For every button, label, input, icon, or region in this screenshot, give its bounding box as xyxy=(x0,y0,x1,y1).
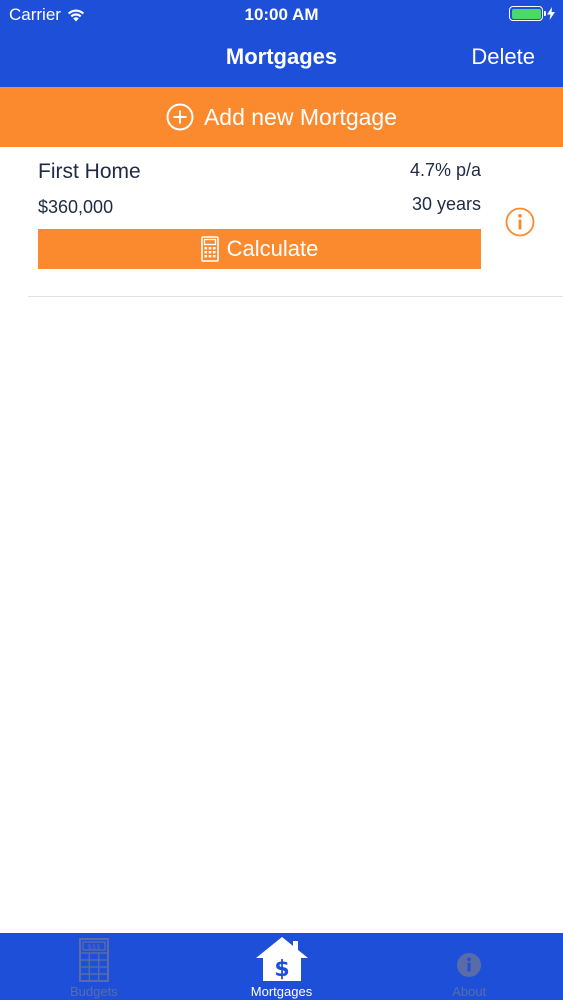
calculator-icon xyxy=(200,236,219,262)
calculate-button[interactable]: Calculate xyxy=(38,229,481,269)
add-mortgage-label: Add new Mortgage xyxy=(203,103,398,130)
mortgage-rate: 4.7% p/a xyxy=(409,160,481,180)
battery-icon xyxy=(509,6,546,21)
tab-mortgages[interactable]: $ Mortgages xyxy=(188,933,376,1000)
status-time: 10:00 AM xyxy=(244,5,319,24)
info-icon xyxy=(457,953,482,977)
tab-bar: $$$ Budgets $ Mortgages About xyxy=(0,933,563,1000)
plus-circle-icon xyxy=(166,103,194,131)
budgets-grid-icon: $$$ xyxy=(78,938,109,982)
charging-bolt-icon xyxy=(547,7,555,20)
mortgage-row[interactable]: First Home $360,000 4.7% p/a 30 years Ca… xyxy=(0,147,563,297)
battery-indicator xyxy=(509,6,555,21)
tab-budgets-label: Budgets xyxy=(69,984,118,999)
add-mortgage-button[interactable]: Add new Mortgage xyxy=(0,87,563,147)
tab-budgets[interactable]: $$$ Budgets xyxy=(0,933,188,1000)
house-dollar-icon: $ xyxy=(255,937,308,982)
tab-about-label: About xyxy=(452,984,487,999)
navigation-bar: Carrier 10:00 AM Mortgages Delete xyxy=(0,0,563,87)
status-bar: Carrier 10:00 AM xyxy=(0,0,563,30)
svg-text:$$$: $$$ xyxy=(87,943,100,951)
info-icon[interactable] xyxy=(505,207,535,237)
delete-button[interactable]: Delete xyxy=(471,44,535,70)
mortgage-amount: $360,000 xyxy=(38,197,114,217)
row-divider xyxy=(28,296,563,297)
mortgage-name: First Home xyxy=(38,160,141,183)
mortgage-term: 30 years xyxy=(411,194,481,214)
svg-text:$: $ xyxy=(274,957,289,982)
tab-mortgages-label: Mortgages xyxy=(250,984,313,999)
calculate-label: Calculate xyxy=(226,236,319,261)
tab-about[interactable]: About xyxy=(375,933,563,1000)
